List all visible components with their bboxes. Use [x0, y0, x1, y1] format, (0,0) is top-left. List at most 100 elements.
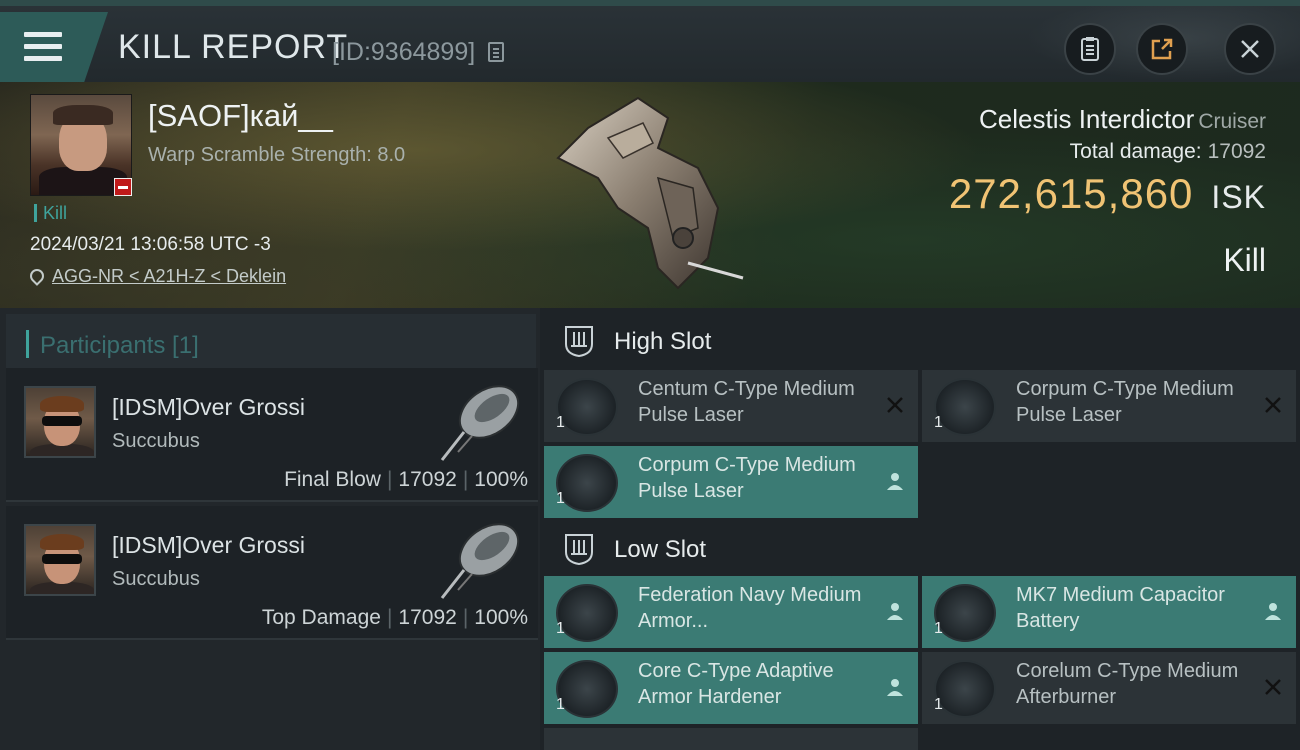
capacitor-battery-icon: [934, 584, 996, 642]
participant-role: Top Damage: [261, 606, 381, 629]
succubus-ship-icon: [440, 385, 520, 461]
participant-avatar[interactable]: [24, 386, 96, 458]
high-slot-icon: [565, 326, 593, 358]
module-row[interactable]: 1 Centum C-Type Medium Pulse Laser: [544, 370, 918, 442]
security-status-icon: [114, 178, 132, 196]
module-name: MK7 Medium Capacitor Battery: [1016, 584, 1225, 632]
afterburner-icon: [934, 660, 996, 718]
participant-name: [IDSM]Over Grossi: [112, 532, 305, 558]
module-row[interactable]: 1 Core C-Type Adaptive Armor Hardener: [544, 652, 918, 724]
dropped-person-icon: [1265, 603, 1281, 620]
participant-ship: Succubus: [112, 568, 200, 590]
module-name: Centum C-Type Medium Pulse Laser: [638, 378, 855, 426]
total-damage: Total damage: 17092: [1070, 140, 1266, 164]
kill-location[interactable]: AGG-NR < A21H-Z < Deklein: [27, 266, 286, 287]
participant-avatar[interactable]: [24, 524, 96, 596]
module-name: Federation Navy Medium Armor...: [638, 584, 862, 632]
hamburger-icon: [24, 32, 62, 62]
clipboard-icon: [1081, 37, 1099, 61]
page-title: KILL REPORT: [118, 28, 349, 66]
destroyed-icon: [1265, 397, 1281, 413]
ship-name-text: Celestis Interdictor: [979, 104, 1195, 134]
separator: |: [386, 468, 393, 491]
destroyed-icon: [1265, 679, 1281, 695]
isk-value: 272,615,860 ISK: [949, 170, 1266, 218]
module-qty: 1: [556, 490, 565, 507]
participant-role: Final Blow: [284, 468, 381, 491]
module-qty: 1: [556, 414, 565, 431]
separator: |: [386, 606, 393, 629]
module-row[interactable]: 1 Corpum C-Type Medium Pulse Laser: [922, 370, 1296, 442]
ship-class: Cruiser: [1198, 110, 1266, 133]
location-pin-icon: [27, 266, 47, 286]
participant-ship: Succubus: [112, 430, 200, 452]
module-name: Corpum C-Type Medium Pulse Laser: [638, 454, 856, 502]
module-qty: 1: [934, 414, 943, 431]
module-qty: 1: [556, 696, 565, 713]
participants-header: Participants [1]: [6, 314, 536, 372]
succubus-ship-icon: [440, 523, 520, 599]
pulse-laser-icon: [556, 378, 618, 436]
menu-button[interactable]: [0, 12, 108, 82]
module-qty: 1: [934, 696, 943, 713]
total-damage-value: 17092: [1207, 140, 1266, 163]
module-qty: 1: [934, 620, 943, 637]
result-label: Kill: [1223, 242, 1266, 278]
destroyed-icon: [887, 397, 903, 413]
armor-repairer-icon: [556, 584, 618, 642]
victim-banner: [SAOF]кай__ Warp Scramble Strength: 8.0 …: [0, 82, 1300, 308]
low-slot-icon: [565, 534, 593, 566]
low-slot-header: Low Slot: [544, 518, 1300, 582]
kill-tag: Kill: [34, 204, 67, 222]
module-qty: 1: [556, 620, 565, 637]
participant-stats: Top Damage | 17092 | 100%: [262, 606, 528, 630]
share-icon: [1151, 38, 1173, 60]
armor-hardener-icon: [556, 660, 618, 718]
report-id: [ID:9364899]: [332, 38, 476, 66]
top-bar: KILL REPORT [ID:9364899]: [0, 0, 1300, 88]
participant-percent: 100%: [474, 606, 528, 629]
close-icon: [1241, 40, 1259, 58]
high-slot-header: High Slot: [544, 310, 1300, 374]
participant-card[interactable]: [IDSM]Over Grossi Succubus Final Blow | 17…: [6, 368, 538, 502]
module-name: Core C-Type Adaptive Armor Hardener: [638, 660, 834, 708]
warp-scramble-strength: Warp Scramble Strength: 8.0: [148, 144, 406, 166]
participant-card[interactable]: [IDSM]Over Grossi Succubus Top Damage | 17…: [6, 506, 538, 640]
participant-name: [IDSM]Over Grossi: [112, 394, 305, 420]
participant-damage: 17092: [398, 468, 457, 491]
module-row-partial[interactable]: [544, 728, 918, 750]
module-row[interactable]: 1 Federation Navy Medium Armor...: [544, 576, 918, 648]
close-button[interactable]: [1224, 23, 1276, 75]
participants-title: Participants [1]: [40, 332, 199, 359]
dropped-person-icon: [887, 679, 903, 696]
participant-stats: Final Blow | 17092 | 100%: [284, 468, 528, 492]
copy-id-icon[interactable]: [488, 42, 504, 62]
module-row[interactable]: 1 MK7 Medium Capacitor Battery: [922, 576, 1296, 648]
pulse-laser-icon: [556, 454, 618, 512]
separator: |: [462, 606, 469, 629]
dropped-person-icon: [887, 603, 903, 620]
module-name: Corpum C-Type Medium Pulse Laser: [1016, 378, 1234, 426]
high-slot-title: High Slot: [614, 328, 712, 355]
participants-panel: Participants [1] [IDSM]Over Grossi Succu…: [0, 308, 540, 750]
total-damage-label: Total damage:: [1069, 140, 1202, 163]
module-row[interactable]: 1 Corelum C-Type Medium Afterburner: [922, 652, 1296, 724]
fitting-panel: High Slot 1 Centum C-Type Medium Pulse L…: [540, 308, 1300, 750]
kill-timestamp: 2024/03/21 13:06:58 UTC -3: [30, 234, 271, 255]
participant-percent: 100%: [474, 468, 528, 491]
module-name: Corelum C-Type Medium Afterburner: [1016, 660, 1239, 708]
share-button[interactable]: [1136, 23, 1188, 75]
location-link[interactable]: AGG-NR < A21H-Z < Deklein: [52, 266, 286, 286]
victim-ship-image: [556, 96, 744, 290]
participant-damage: 17092: [398, 606, 457, 629]
pulse-laser-icon: [934, 378, 996, 436]
isk-unit: ISK: [1211, 179, 1266, 215]
victim-ship-name[interactable]: Celestis Interdictor Cruiser: [979, 104, 1266, 135]
victim-name[interactable]: [SAOF]кай__: [148, 98, 333, 134]
dropped-person-icon: [887, 473, 903, 490]
separator: |: [462, 468, 469, 491]
module-row[interactable]: 1 Corpum C-Type Medium Pulse Laser: [544, 446, 918, 518]
isk-amount: 272,615,860: [948, 170, 1194, 217]
clipboard-button[interactable]: [1064, 23, 1116, 75]
low-slot-title: Low Slot: [614, 536, 707, 563]
